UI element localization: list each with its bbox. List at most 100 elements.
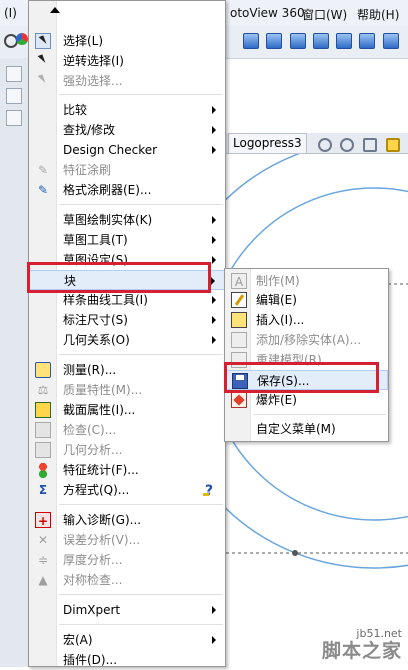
submenu-arrow-icon: [212, 126, 216, 134]
submenu-item-explode[interactable]: 爆炸(E): [225, 390, 388, 410]
menu-item-label: 样条曲线工具(I): [63, 293, 148, 307]
submenu-item-label: 爆炸(E): [256, 393, 297, 407]
menu-item-macro[interactable]: 宏(A): [29, 630, 225, 650]
zoom-to-fit-icon[interactable]: [318, 138, 332, 152]
menu-item-find-modify[interactable]: 查找/修改: [29, 120, 225, 140]
left-tool-icon-2[interactable]: [6, 88, 22, 104]
menu-item-sketch-tools[interactable]: 草图工具(T): [29, 230, 225, 250]
menu-item-label: 草图工具(T): [63, 233, 128, 247]
mass-properties-icon: ⚖: [37, 383, 49, 397]
view-cube-icon-6[interactable]: [359, 33, 375, 49]
tab-logopress3[interactable]: Logopress3: [228, 133, 307, 153]
submenu-item-edit[interactable]: 编辑(E): [225, 290, 388, 310]
view-cube-icon-7[interactable]: [383, 33, 399, 49]
menu-item-symmetry-check[interactable]: ▲ 对称检查...: [29, 570, 225, 590]
menu-item-addins[interactable]: 插件(D)...: [29, 650, 225, 670]
menu-separator: [59, 204, 223, 205]
menu-item-spline-tools[interactable]: 样条曲线工具(I): [29, 290, 225, 310]
make-block-icon: A: [231, 273, 247, 289]
zoom-area-icon[interactable]: [340, 138, 354, 152]
menu-item-label: 选择(L): [63, 34, 104, 48]
menu-help[interactable]: 帮助(H): [357, 6, 399, 23]
menu-item-thickness-analysis[interactable]: ≑ 厚度分析...: [29, 550, 225, 570]
symmetry-check-icon: ▲: [38, 573, 48, 587]
menu-item-label: 草图绘制实体(K): [63, 213, 153, 227]
menu-photoview[interactable]: otoView 360: [230, 6, 305, 20]
menu-window[interactable]: 窗口(W): [302, 6, 347, 23]
submenu-arrow-icon: [212, 296, 216, 304]
submenu-item-label: 插入(I)...: [256, 313, 305, 327]
menu-item-feature-statistics[interactable]: 特征统计(F)...: [29, 460, 225, 480]
submenu-item-insert[interactable]: 插入(I)...: [225, 310, 388, 330]
menu-item-mass-properties[interactable]: ⚖ 质量特性(M)...: [29, 380, 225, 400]
menu-item-measure[interactable]: 测量(R)...: [29, 360, 225, 380]
submenu-item-make[interactable]: A 制作(M): [225, 271, 388, 291]
menu-item-deviation-analysis[interactable]: ✕ 误差分析(V)...: [29, 530, 225, 550]
menu-item-label: 几何关系(O): [63, 333, 130, 347]
view-cube-icon-5[interactable]: [336, 33, 352, 49]
submenu-item-add-remove[interactable]: 添加/移除实体(A)...: [225, 330, 388, 350]
menu-item-relations[interactable]: 几何关系(O): [29, 330, 225, 350]
menu-separator: [59, 504, 223, 505]
add-remove-entities-icon: [231, 332, 247, 348]
section-properties-icon: [35, 402, 51, 418]
format-painter-icon: ✎: [37, 183, 49, 197]
menu-item-check[interactable]: 检查(C)...: [29, 420, 225, 440]
measure-icon: [35, 362, 51, 378]
menu-item-label: 方程式(Q)...: [63, 483, 130, 497]
explode-block-icon: [231, 392, 247, 408]
previous-view-icon[interactable]: [363, 138, 377, 152]
help-question-icon[interactable]: ?: [202, 481, 213, 501]
menu-item-section-properties[interactable]: 截面属性(I)...: [29, 400, 225, 420]
menu-item-label: 检查(C)...: [63, 423, 117, 437]
menu-item-label: 对称检查...: [63, 573, 123, 587]
submenu-arrow-icon: [212, 336, 216, 344]
menu-item-label: 格式涂刷器(E)...: [63, 183, 152, 197]
menu-item-label: 几何分析...: [63, 443, 123, 457]
menu-item-geometry-analysis[interactable]: 几何分析...: [29, 440, 225, 460]
submenu-item-customize-menu[interactable]: 自定义菜单(M): [225, 419, 388, 439]
submenu-item-label: 自定义菜单(M): [256, 422, 336, 436]
menu-item-design-checker[interactable]: Design Checker: [29, 140, 225, 160]
view-cube-icon-3[interactable]: [290, 33, 306, 49]
menu-item-label: 强劲选择...: [63, 74, 123, 88]
menu-item-label: 输入诊断(G)...: [63, 513, 142, 527]
command-tab-strip: Logopress3: [226, 133, 408, 154]
menu-item-format-painter[interactable]: ✎ 格式涂刷器(E)...: [29, 180, 225, 200]
submenu-arrow-icon: [212, 606, 216, 614]
menu-item-label: DimXpert: [63, 603, 121, 617]
left-tool-icon-3[interactable]: [6, 110, 22, 126]
menu-item-power-select[interactable]: 强劲选择...: [29, 71, 225, 91]
menu-item-label: 比较: [63, 103, 88, 117]
submenu-arrow-icon: [211, 277, 215, 285]
view-cube-icon-2[interactable]: [266, 33, 282, 49]
menu-item-label: 宏(A): [63, 633, 93, 647]
menu-item-sketch-entities[interactable]: 草图绘制实体(K): [29, 210, 225, 230]
submenu-arrow-icon: [212, 316, 216, 324]
menu-item-select[interactable]: 选择(L): [29, 31, 225, 51]
section-view-icon[interactable]: [386, 138, 400, 152]
menu-item-invert-select[interactable]: 逆转选择(I): [29, 51, 225, 71]
view-cube-icon-4[interactable]: [313, 33, 329, 49]
check-icon: [35, 422, 51, 438]
left-tool-icon-1[interactable]: [6, 66, 22, 82]
invert-select-icon: [35, 53, 51, 69]
menu-item-dimxpert[interactable]: DimXpert: [29, 600, 225, 620]
sketch-point[interactable]: [292, 550, 298, 556]
view-cube-icon-1[interactable]: [243, 33, 259, 49]
menu-item-import-diagnostics[interactable]: + 输入诊断(G)...: [29, 510, 225, 530]
menu-item-label: 厚度分析...: [63, 553, 123, 567]
submenu-arrow-icon: [212, 216, 216, 224]
menubar-left-fragment[interactable]: (I): [4, 6, 17, 20]
menu-item-compare[interactable]: 比较: [29, 100, 225, 120]
submenu-item-label: 添加/移除实体(A)...: [256, 333, 362, 347]
color-wheel-icon[interactable]: [16, 33, 28, 45]
menu-item-label: 测量(R)...: [63, 363, 117, 377]
menu-item-feature-paint[interactable]: ✎ 特征涂刷: [29, 160, 225, 180]
feature-paint-icon: ✎: [37, 163, 49, 177]
geometry-analysis-icon: [35, 442, 51, 458]
submenu-arrow-icon: [212, 236, 216, 244]
menu-item-equations[interactable]: Σ 方程式(Q)... ?: [29, 480, 225, 500]
menu-scroll-up-arrow-icon[interactable]: [29, 1, 225, 21]
menu-item-dimensions[interactable]: 标注尺寸(S): [29, 310, 225, 330]
